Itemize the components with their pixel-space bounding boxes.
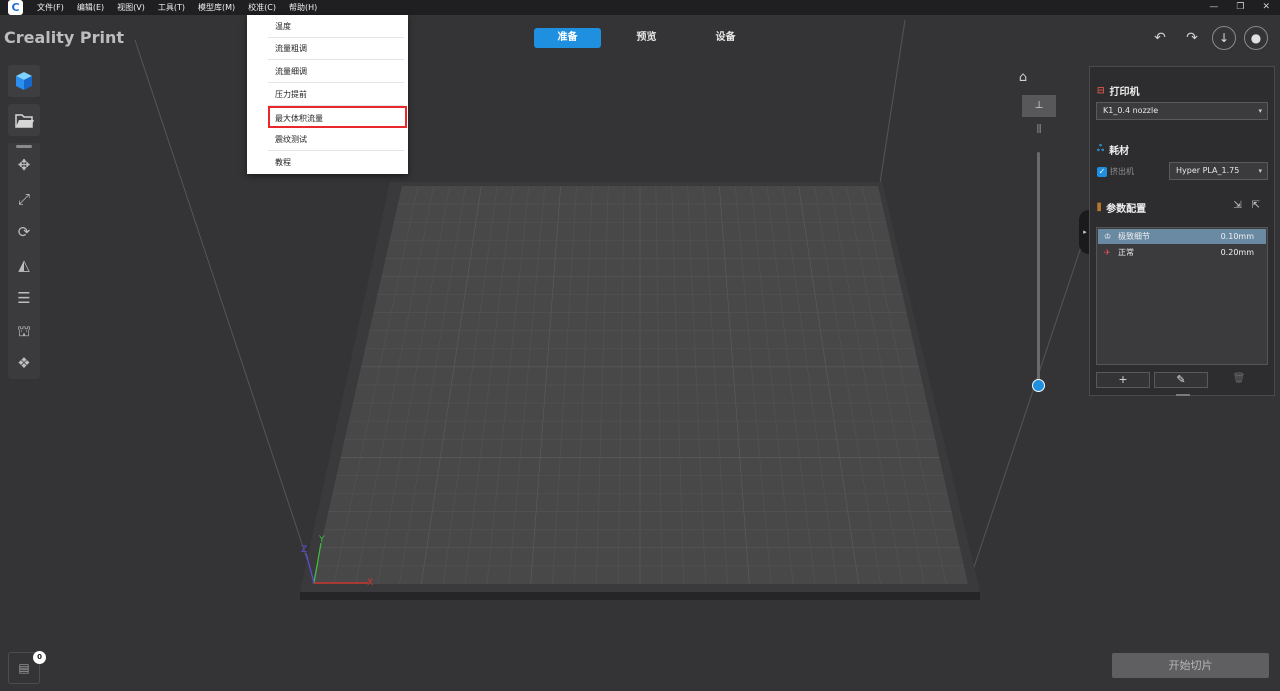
app-logo-icon: C	[8, 0, 23, 15]
profile-layer-height: 0.20mm	[1220, 248, 1254, 257]
export-icon[interactable]: ⇱	[1252, 200, 1260, 211]
menu-item[interactable]: 视图(V)	[117, 0, 152, 15]
minimize-icon[interactable]: —	[1209, 0, 1218, 15]
chevron-down-icon: ▾	[1258, 107, 1262, 115]
tab[interactable]: 设备	[692, 28, 759, 48]
add-model-button[interactable]	[8, 65, 40, 97]
printer-select[interactable]: K1_0.4 nozzle ▾	[1096, 102, 1268, 120]
restore-icon[interactable]: ❐	[1236, 0, 1244, 15]
app-title: Creality Print	[4, 28, 125, 47]
top-right-actions: ↶ ↷ ↓ ●	[1148, 26, 1268, 50]
support-view-icon[interactable]: ⫼	[1022, 120, 1056, 140]
crown-icon: ♔	[1104, 232, 1112, 241]
mode-tabs: 准备 预览 设备	[534, 28, 771, 48]
calibration-menu-item[interactable]: 流量细调	[268, 61, 404, 83]
calibration-menu-item[interactable]: 压力提前	[268, 84, 404, 106]
frame-line-right-bottom	[967, 234, 1086, 586]
undo-icon[interactable]: ↶	[1148, 26, 1172, 50]
extruder-checkbox[interactable]: ✓	[1097, 167, 1107, 177]
calibration-menu-item[interactable]: 教程	[268, 152, 404, 174]
close-icon[interactable]: ✕	[1262, 0, 1270, 15]
build-plate-scene[interactable]: X Y Z	[0, 0, 1280, 691]
calibration-menu-item[interactable]: 最大体积流量	[268, 106, 407, 129]
user-icon[interactable]: ●	[1244, 26, 1268, 50]
profile-name: 正常	[1118, 248, 1134, 257]
menu-item[interactable]: 编辑(E)	[77, 0, 111, 15]
document-icon: ▤	[18, 661, 30, 675]
extruder-label: 挤出机	[1110, 167, 1134, 176]
lay-flat-icon[interactable]: ◭	[8, 249, 40, 281]
filament-select[interactable]: Hyper PLA_1.75 ▾	[1169, 162, 1268, 180]
menu-item[interactable]: 工具(T)	[158, 0, 192, 15]
folder-icon	[15, 114, 34, 128]
rotate-icon[interactable]: ⟳	[8, 216, 40, 248]
scale-icon[interactable]: ⤢	[8, 183, 40, 215]
home-view-icon[interactable]: ⌂	[1015, 70, 1031, 86]
printer-icon: ⊟	[1097, 85, 1105, 96]
menu-item[interactable]: 帮助(H)	[289, 0, 324, 15]
panel-resize-grip[interactable]	[1176, 394, 1190, 396]
menu-item[interactable]: 文件(F)	[37, 0, 71, 15]
material-section-title: ஃ 耗材	[1097, 144, 1130, 157]
tab[interactable]: 准备	[534, 28, 601, 48]
filament-icon: ஃ	[1097, 144, 1105, 154]
calibration-menu-item[interactable]: 震纹测试	[268, 129, 404, 151]
menubar: C 文件(F) 编辑(E) 视图(V) 工具(T) 模型库(M) 校准(C) 帮助(H) —…	[0, 0, 1280, 15]
frame-line-right	[879, 19, 906, 184]
start-slice-button[interactable]: 开始切片	[1112, 653, 1269, 678]
redo-icon[interactable]: ↷	[1180, 26, 1204, 50]
axis-x-label: X	[367, 578, 373, 588]
cube-icon	[16, 72, 32, 90]
chevron-down-icon: ▾	[1258, 167, 1262, 175]
profile-name: 极致细节	[1118, 232, 1150, 241]
profile-row[interactable]: ✈ 正常 0.20mm	[1098, 245, 1266, 260]
profile-layer-height: 0.10mm	[1220, 232, 1254, 241]
support-icon[interactable]: ⛫	[8, 315, 40, 347]
calibration-menu-item[interactable]: 流量粗调	[268, 38, 404, 61]
edit-tools-panel: ✥ ⤢ ⟳ ◭ ☰ ⛫ ❖	[8, 143, 40, 379]
add-profile-button[interactable]: +	[1096, 372, 1150, 388]
object-list-icon[interactable]: ☰	[8, 282, 40, 314]
profile-row[interactable]: ♔ 极致细节 0.10mm	[1098, 229, 1266, 244]
open-file-button[interactable]	[8, 104, 40, 136]
message-count-badge: 0	[33, 651, 46, 664]
layer-view-icon[interactable]: ⊥	[1022, 95, 1056, 117]
menu-item[interactable]: 校准(C)	[248, 0, 283, 15]
tab[interactable]: 预览	[613, 28, 680, 48]
calibration-menu: 温度 流量粗调 流量细调 压力提前 最大体积流量 震纹测试 教程	[247, 15, 408, 174]
layer-slider-track[interactable]	[1037, 152, 1040, 384]
axis-z-label: Z	[301, 545, 307, 555]
import-icon[interactable]: ⇲	[1233, 200, 1241, 211]
params-actions: ⇲ ⇱	[1233, 200, 1260, 211]
params-icon: ⫼	[1097, 202, 1102, 213]
rocket-icon: ✈	[1104, 248, 1111, 257]
menu-items: 文件(F) 编辑(E) 视图(V) 工具(T) 模型库(M) 校准(C) 帮助(H)	[37, 0, 330, 15]
profile-list: ♔ 极致细节 0.10mm ✈ 正常 0.20mm	[1096, 227, 1268, 365]
printer-section-title: ⊟ 打印机	[1097, 85, 1140, 99]
arrange-icon[interactable]: ❖	[8, 347, 40, 379]
settings-panel: ⊟ 打印机 K1_0.4 nozzle ▾ ஃ 耗材 ✓ 挤出机 Hyper P…	[1089, 66, 1275, 396]
download-icon[interactable]: ↓	[1212, 26, 1236, 50]
window-controls: — ❐ ✕	[1209, 0, 1270, 15]
params-section-title: ⫼ 参数配置	[1097, 202, 1147, 216]
menu-item[interactable]: 模型库(M)	[198, 0, 242, 15]
move-icon[interactable]: ✥	[8, 149, 40, 181]
panel-grip[interactable]	[16, 145, 32, 148]
edit-profile-button[interactable]: ✎	[1154, 372, 1208, 388]
calibration-menu-item[interactable]: 温度	[268, 16, 404, 38]
delete-profile-button[interactable]: 🗑	[1212, 372, 1266, 388]
axis-y-label: Y	[318, 535, 325, 545]
layer-slider-handle[interactable]	[1032, 379, 1045, 392]
